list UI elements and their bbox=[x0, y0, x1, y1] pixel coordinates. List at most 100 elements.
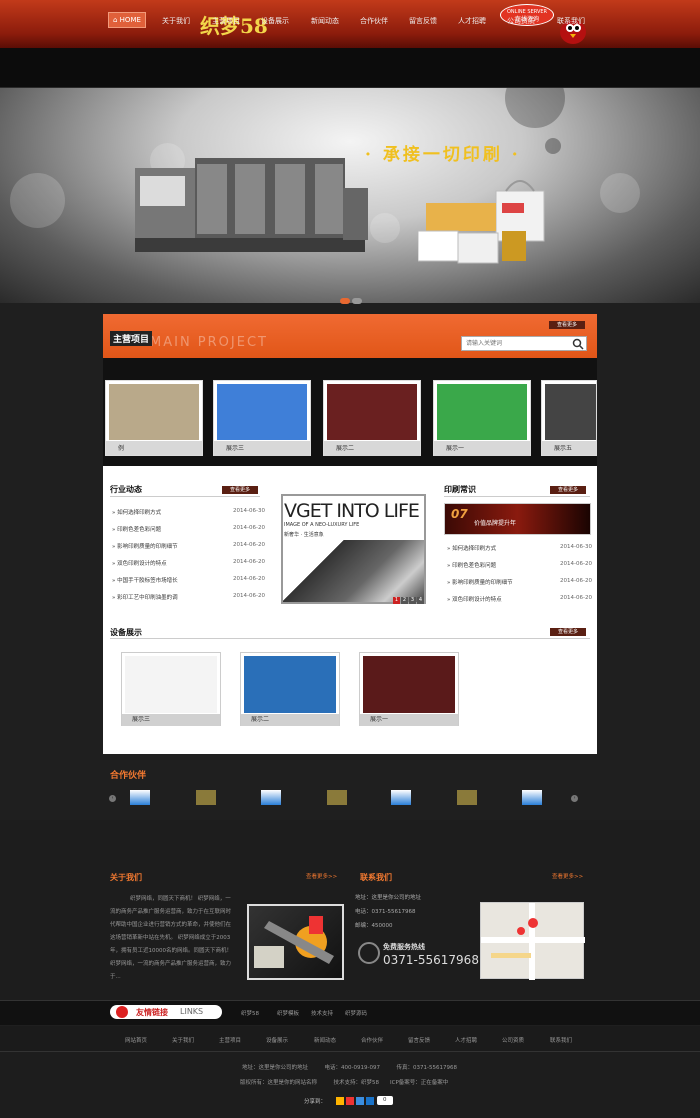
nav-item-6[interactable]: 合作伙伴 bbox=[360, 15, 388, 27]
equipment-item-image bbox=[363, 656, 455, 713]
equipment-item-caption: 展示三 bbox=[122, 714, 220, 726]
partner-logo[interactable] bbox=[522, 790, 542, 805]
nav-item-2[interactable]: 关于我们 bbox=[162, 15, 190, 27]
equipment-item-caption: 展示二 bbox=[241, 714, 339, 726]
partner-logo[interactable] bbox=[261, 790, 281, 805]
printing-knowledge-title: 印刷常识 bbox=[444, 485, 476, 494]
slide-page-2[interactable]: 2 bbox=[401, 597, 408, 604]
about-more-link[interactable]: 查看更多>> bbox=[306, 872, 337, 880]
equipment-item[interactable]: 展示二 bbox=[240, 652, 340, 726]
slide-image bbox=[283, 540, 424, 602]
slide-page-4[interactable]: 4 bbox=[417, 597, 424, 604]
industry-news-title: 行业动态 bbox=[110, 485, 142, 494]
equipment-item[interactable]: 展示三 bbox=[121, 652, 221, 726]
share-tencent-icon[interactable] bbox=[356, 1097, 364, 1105]
equipment-item[interactable]: 展示一 bbox=[359, 652, 459, 726]
footer-nav-item[interactable]: 设备展示 bbox=[266, 1036, 288, 1044]
nav-item-8[interactable]: 人才招聘 bbox=[458, 15, 486, 27]
footer-nav-item[interactable]: 联系我们 bbox=[550, 1036, 572, 1044]
nav-item-9[interactable]: 公司资质 bbox=[507, 15, 535, 27]
carousel-item[interactable]: 例 bbox=[105, 380, 203, 456]
carousel-item[interactable]: 展示三 bbox=[213, 380, 311, 456]
industry-more-button[interactable]: 查看更多 bbox=[222, 486, 258, 494]
banner-pager[interactable] bbox=[340, 298, 362, 304]
friend-link[interactable]: 织梦源码 bbox=[345, 1009, 367, 1017]
carousel-item[interactable]: 展示二 bbox=[323, 380, 421, 456]
equipment-title: 设备展示 bbox=[110, 628, 142, 637]
footer-nav bbox=[0, 1026, 700, 1052]
about-image bbox=[247, 904, 344, 980]
industry-news-date: 2014-06-20 bbox=[233, 542, 265, 548]
share-qzone-icon[interactable] bbox=[336, 1097, 344, 1105]
industry-news-item[interactable]: » 双色印刷设计的特点 bbox=[112, 559, 167, 567]
friend-link[interactable]: 织梦模板 bbox=[277, 1009, 299, 1017]
printing-banner-number: 07 bbox=[451, 507, 468, 521]
nav-item-label: HOME bbox=[119, 16, 141, 24]
printing-item[interactable]: » 影响印刷质量的印刷细节 bbox=[447, 578, 513, 586]
printing-date: 2014-06-20 bbox=[560, 561, 592, 567]
industry-news-item[interactable]: » 中国手干胶标签市场增长 bbox=[112, 576, 178, 584]
share-renren-icon[interactable] bbox=[366, 1097, 374, 1105]
friend-link[interactable]: 技术支持 bbox=[311, 1009, 333, 1017]
footer-nav-item[interactable]: 合作伙伴 bbox=[361, 1036, 383, 1044]
share-weibo-icon[interactable] bbox=[346, 1097, 354, 1105]
industry-news-item[interactable]: » 彩印工艺中印刷油墨的调 bbox=[112, 593, 178, 601]
footer-nav-item[interactable]: 网站首页 bbox=[125, 1036, 147, 1044]
nav-item-7[interactable]: 留言反馈 bbox=[409, 15, 437, 27]
nav-item-10[interactable]: 联系我们 bbox=[557, 15, 585, 27]
nav-item-5[interactable]: 新闻动态 bbox=[311, 15, 339, 27]
search-input[interactable] bbox=[461, 336, 587, 351]
footer-nav-item[interactable]: 留言反馈 bbox=[408, 1036, 430, 1044]
carousel-item[interactable]: 展示五 bbox=[541, 380, 597, 456]
equipment-item-image bbox=[244, 656, 336, 713]
carousel-item-caption: 展示一 bbox=[434, 441, 530, 456]
carousel-item-caption: 展示五 bbox=[542, 441, 596, 455]
industry-news-item[interactable]: » 如何选择印刷方式 bbox=[112, 508, 161, 516]
printing-date: 2014-06-20 bbox=[560, 578, 592, 584]
lower-info-section bbox=[0, 820, 700, 1000]
partner-logo[interactable] bbox=[391, 790, 411, 805]
slide-page-1[interactable]: 1 bbox=[393, 597, 400, 604]
industry-news-item[interactable]: » 影响印刷质量的印刷细节 bbox=[112, 542, 178, 550]
partner-logo[interactable] bbox=[196, 790, 216, 805]
industry-news-item[interactable]: » 印刷色差色彩问题 bbox=[112, 525, 161, 533]
footer-nav-item[interactable]: 关于我们 bbox=[172, 1036, 194, 1044]
nav-item-1[interactable]: ⌂ HOME bbox=[108, 12, 146, 28]
footer-nav-item[interactable]: 主营项目 bbox=[219, 1036, 241, 1044]
printing-item[interactable]: » 如何选择印刷方式 bbox=[447, 544, 496, 552]
slide-page-3[interactable]: 3 bbox=[409, 597, 416, 604]
search-icon[interactable] bbox=[572, 338, 584, 350]
printing-date: 2014-06-30 bbox=[560, 544, 592, 550]
printing-press-image bbox=[135, 158, 368, 252]
friend-links-title-en: LINKS bbox=[180, 1007, 204, 1016]
phone-icon bbox=[358, 942, 380, 964]
projects-more-button[interactable]: 查看更多 bbox=[549, 321, 585, 329]
location-map[interactable] bbox=[480, 902, 585, 980]
footer-nav-item[interactable]: 人才招聘 bbox=[455, 1036, 477, 1044]
carousel-item[interactable]: 展示一 bbox=[433, 380, 531, 456]
partners-prev-button[interactable]: ‹ bbox=[109, 795, 116, 802]
industry-news-date: 2014-06-20 bbox=[233, 559, 265, 565]
printing-more-button[interactable]: 查看更多 bbox=[550, 486, 586, 494]
printing-item[interactable]: » 印刷色差色彩问题 bbox=[447, 561, 496, 569]
contact-phone: 电话：0371-55617968 bbox=[355, 909, 416, 915]
projects-title: 主营项目 bbox=[110, 331, 153, 346]
contact-more-link[interactable]: 查看更多>> bbox=[552, 872, 583, 880]
footer-nav-item[interactable]: 公司资质 bbox=[502, 1036, 524, 1044]
hotline-number: 0371-55617968 bbox=[383, 953, 479, 967]
nav-item-4[interactable]: 设备展示 bbox=[261, 15, 289, 27]
industry-news-date: 2014-06-20 bbox=[233, 593, 265, 599]
hero-banner: · 承接一切印刷 · bbox=[0, 88, 700, 303]
printing-item[interactable]: » 双色印刷设计的特点 bbox=[447, 595, 502, 603]
friend-link[interactable]: 织梦58 bbox=[241, 1009, 259, 1017]
equipment-more-button[interactable]: 查看更多 bbox=[550, 628, 586, 636]
carousel-item-image bbox=[109, 384, 199, 440]
footer-nav-item[interactable]: 新闻动态 bbox=[314, 1036, 336, 1044]
partner-logo[interactable] bbox=[327, 790, 347, 805]
industry-divider bbox=[110, 496, 260, 497]
printing-date: 2014-06-20 bbox=[560, 595, 592, 601]
partners-next-button[interactable]: › bbox=[571, 795, 578, 802]
nav-item-3[interactable]: 主营项目 bbox=[212, 15, 240, 27]
partner-logo[interactable] bbox=[130, 790, 150, 805]
partner-logo[interactable] bbox=[457, 790, 477, 805]
